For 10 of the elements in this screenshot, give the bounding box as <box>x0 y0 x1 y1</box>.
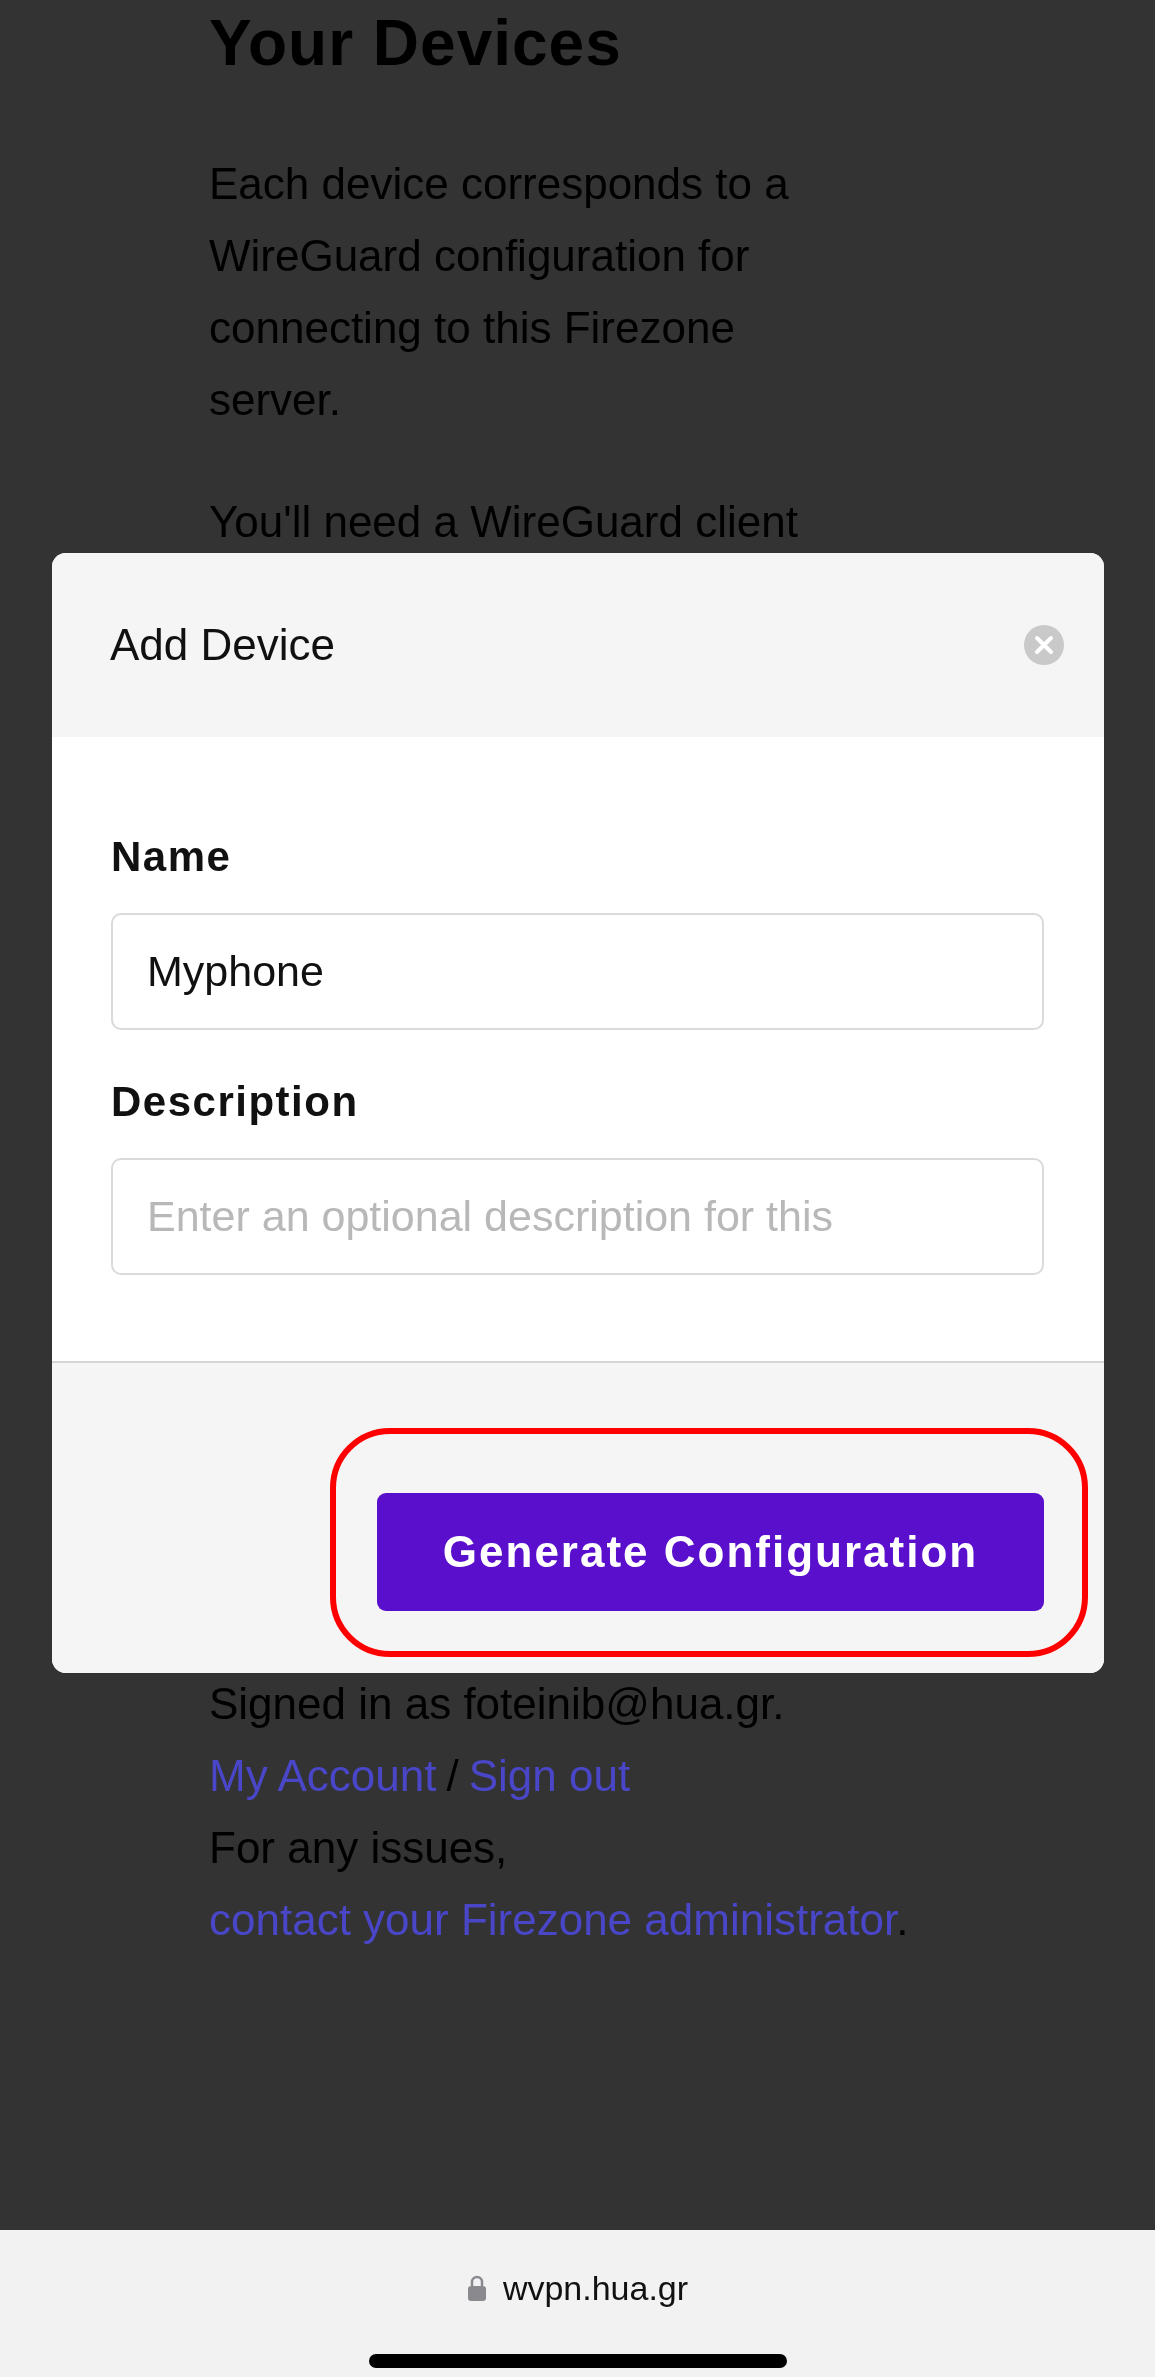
separator-text: / <box>446 1751 459 1800</box>
url-text[interactable]: wvpn.hua.gr <box>502 2268 689 2308</box>
field-label: Description <box>111 1077 360 1127</box>
field-label: Name <box>111 832 233 882</box>
name-field[interactable]: Myphone <box>111 913 1044 1030</box>
close-icon[interactable] <box>1024 625 1064 665</box>
dialog-title: Add Device <box>110 620 335 670</box>
description-field[interactable]: Enter an optional description for this <box>111 1158 1044 1275</box>
home-indicator[interactable] <box>368 2354 787 2368</box>
generate-configuration-button[interactable]: Generate Configuration <box>377 1493 1044 1611</box>
